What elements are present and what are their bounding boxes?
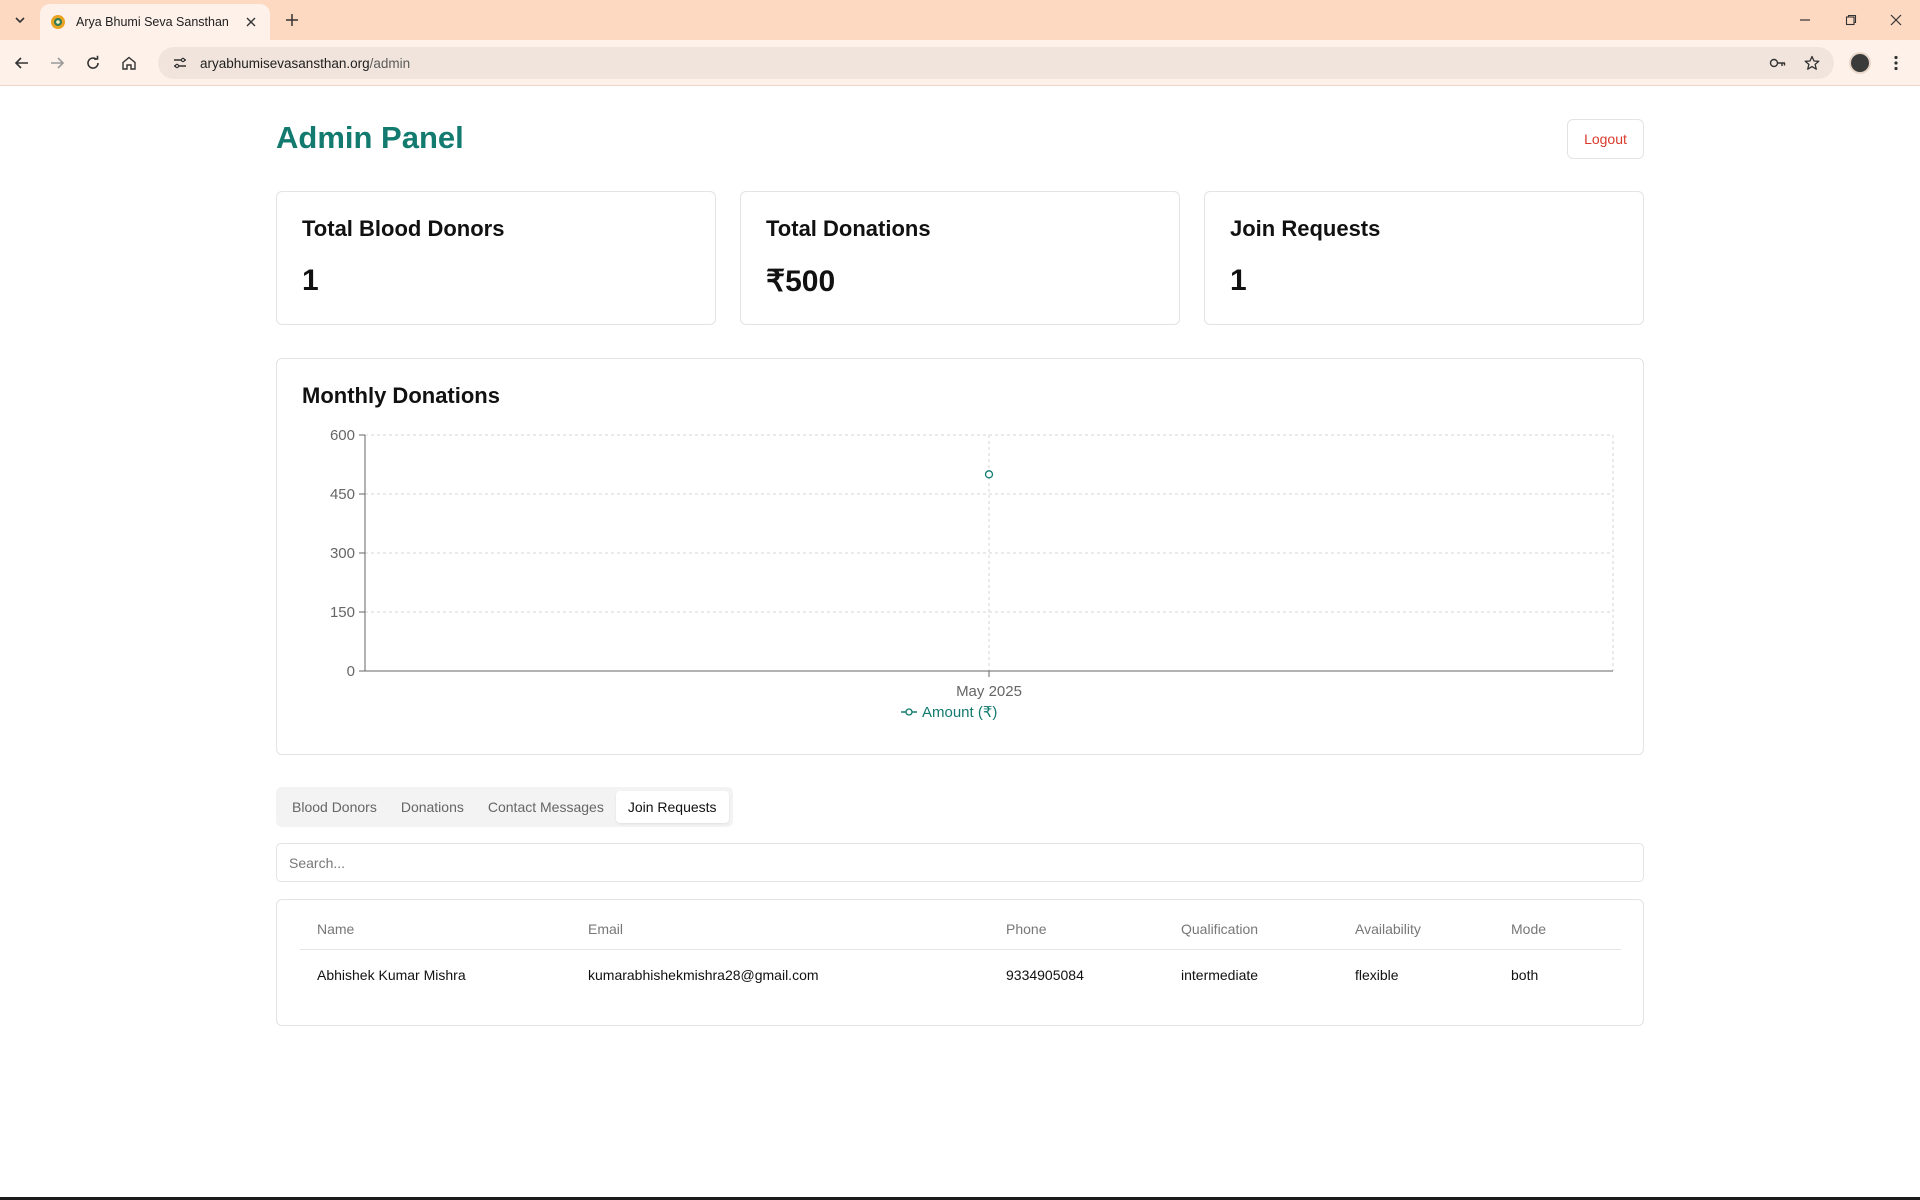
home-icon[interactable] — [115, 49, 143, 77]
column-header: Availability — [1355, 900, 1511, 950]
reload-icon[interactable] — [79, 49, 107, 77]
tab-donations[interactable]: Donations — [389, 791, 476, 823]
stat-label: Total Donations — [766, 216, 931, 241]
tab-title: Arya Bhumi Seva Sansthan — [76, 15, 229, 29]
tab-blood-donors[interactable]: Blood Donors — [280, 791, 389, 823]
forward-icon[interactable] — [43, 49, 71, 77]
url-text: aryabhumisevasansthan.org/admin — [200, 56, 410, 71]
stat-value: 1 — [1230, 264, 1247, 297]
y-tick-label: 0 — [347, 663, 355, 680]
legend-marker — [905, 708, 913, 716]
table-body: Abhishek Kumar Mishra kumarabhishekmishra… — [300, 949, 1621, 1001]
column-header: Mode — [1511, 900, 1621, 950]
table-cell: kumarabhishekmishra28@gmail.com — [588, 967, 819, 984]
browser-tab[interactable]: Arya Bhumi Seva Sansthan — [40, 4, 270, 40]
table-row[interactable]: Abhishek Kumar Mishra kumarabhishekmishra… — [300, 949, 1621, 1001]
table-cell: both — [1511, 967, 1539, 984]
stat-card-join-requests: Join Requests 1 — [1204, 191, 1644, 325]
tab-join-requests[interactable]: Join Requests — [615, 791, 729, 823]
stat-card-blood-donors: Total Blood Donors 1 — [276, 191, 716, 325]
stat-value: ₹500 — [766, 265, 836, 298]
close-window-icon[interactable] — [1882, 6, 1910, 34]
x-tick-label: May 2025 — [956, 683, 1022, 700]
tab-contact-messages[interactable]: Contact Messages — [476, 791, 616, 823]
browser-tabstrip: Arya Bhumi Seva Sansthan — [0, 0, 1920, 40]
join-requests-table: Name Email Phone Qualification Availability M… — [300, 900, 1621, 1001]
stat-label: Join Requests — [1230, 216, 1381, 241]
star-icon[interactable] — [1800, 51, 1824, 75]
table-header-row: Name Email Phone Qualification Availability M… — [300, 900, 1621, 950]
column-header: Name — [300, 900, 588, 950]
data-point — [984, 470, 994, 479]
address-bar[interactable]: aryabhumisevasansthan.org/admin — [158, 47, 1834, 79]
minimize-icon[interactable] — [1791, 6, 1819, 34]
close-icon[interactable] — [242, 13, 260, 31]
stat-card-total-donations: Total Donations ₹500 — [740, 191, 1180, 325]
column-header: Email — [588, 900, 1006, 950]
data-tabs: Blood Donors Donations Contact Messages Joi… — [276, 787, 733, 827]
plus-icon[interactable] — [280, 8, 304, 32]
column-header: Qualification — [1181, 900, 1355, 950]
url-path: /admin — [369, 55, 411, 71]
y-tick-label: 150 — [330, 604, 355, 621]
legend-label: Amount (₹) — [922, 704, 997, 721]
table-cell: intermediate — [1181, 967, 1259, 984]
column-header: Phone — [1006, 900, 1181, 950]
table-cell: 9334905084 — [1006, 967, 1084, 984]
tab-list-icon[interactable] — [8, 8, 32, 32]
password-key-icon[interactable] — [1766, 51, 1790, 75]
avatar[interactable] — [1849, 52, 1871, 74]
more-icon[interactable] — [1884, 50, 1908, 76]
table-cell: flexible — [1355, 967, 1399, 984]
stat-value: 1 — [302, 264, 319, 297]
stat-label: Total Blood Donors — [302, 216, 505, 241]
logout-button[interactable]: Logout — [1567, 119, 1644, 159]
y-tick-label: 600 — [330, 427, 355, 444]
back-icon[interactable] — [8, 49, 36, 77]
join-requests-table-card: Name Email Phone Qualification Availability M… — [276, 899, 1644, 1026]
y-tick-label: 450 — [330, 486, 355, 503]
page-title: Admin Panel — [276, 120, 464, 155]
site-info-icon[interactable] — [170, 53, 190, 73]
table-cell: Abhishek Kumar Mishra — [317, 967, 466, 984]
url-domain: aryabhumisevasansthan.org — [200, 55, 370, 71]
search-input[interactable] — [276, 843, 1644, 882]
restore-icon[interactable] — [1837, 6, 1865, 34]
monthly-donations-card: Monthly Donations 0 150 300 450 600 May 2025 A… — [276, 358, 1644, 755]
favicon-icon — [50, 14, 66, 30]
monthly-donations-chart: 0 150 300 450 600 May 2025 Amount (₹) — [330, 427, 1614, 721]
y-tick-label: 300 — [330, 545, 355, 562]
